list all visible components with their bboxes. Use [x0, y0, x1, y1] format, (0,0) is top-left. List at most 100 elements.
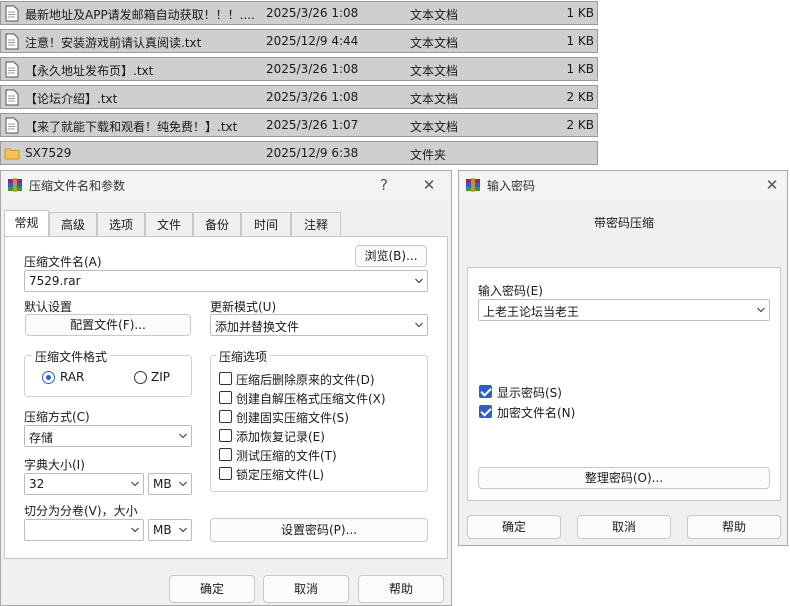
file-size: 1 KB — [566, 34, 594, 48]
split-unit-select[interactable]: MB — [148, 519, 192, 541]
file-name: SX7529 — [25, 146, 72, 160]
update-mode-label: 更新模式(U) — [210, 300, 277, 314]
lock-checkbox[interactable] — [219, 467, 232, 480]
set-password-button[interactable]: 设置密码(P)... — [210, 518, 428, 542]
password-dialog: 输入密码 ✕ 带密码压缩 输入密码(E) 上老王论坛当老王 显示密码(S) 加密… — [458, 170, 788, 546]
file-row[interactable]: 注意！安装游戏前请认真阅读.txt 2025/12/9 4:44 文本文档 1 … — [0, 29, 598, 53]
file-row[interactable]: 【永久地址发布页】.txt 2025/3/26 1:08 文本文档 1 KB — [0, 57, 598, 81]
folder-icon — [4, 148, 20, 160]
file-type: 文件夹 — [410, 148, 447, 162]
method-value: 存储 — [29, 431, 54, 445]
tab-general[interactable]: 常规 — [4, 210, 49, 236]
solid-checkbox[interactable] — [219, 410, 232, 423]
cancel-button[interactable]: 取消 — [577, 515, 671, 539]
file-date: 2025/3/26 1:08 — [266, 6, 359, 20]
split-unit-value: MB — [153, 523, 172, 537]
file-row[interactable]: 【来了就能下载和观看！纯免费！】.txt 2025/3/26 1:07 文本文档… — [0, 113, 598, 137]
split-select[interactable] — [24, 519, 144, 541]
file-date: 2025/3/26 1:08 — [266, 90, 359, 104]
password-value: 上老王论坛当老王 — [483, 305, 580, 319]
tab-options[interactable]: 选项 — [97, 212, 145, 236]
ok-button[interactable]: 确定 — [169, 575, 255, 603]
archive-dialog-titlebar: 压缩文件名和参数 ? ✕ — [1, 171, 451, 199]
archive-name-label: 压缩文件名(A) — [24, 255, 102, 269]
rar-radio[interactable] — [42, 371, 55, 384]
text-file-icon — [5, 61, 19, 78]
password-heading: 带密码压缩 — [593, 216, 654, 230]
tab-time[interactable]: 时间 — [241, 212, 291, 236]
dict-unit-value: MB — [153, 477, 172, 491]
close-icon[interactable]: ✕ — [418, 174, 440, 196]
chevron-down-icon — [415, 322, 423, 328]
close-icon[interactable]: ✕ — [761, 174, 783, 196]
update-mode-select[interactable]: 添加并替换文件 — [210, 314, 428, 336]
winrar-icon — [466, 178, 480, 192]
method-select[interactable]: 存储 — [24, 425, 192, 447]
help-icon[interactable]: ? — [373, 174, 395, 196]
show-password-label: 显示密码(S) — [497, 386, 562, 400]
sfx-checkbox[interactable] — [219, 391, 232, 404]
help-button[interactable]: 帮助 — [687, 515, 781, 539]
dict-label: 字典大小(I) — [24, 458, 85, 472]
default-settings-label: 默认设置 — [24, 300, 73, 314]
dict-select[interactable]: 32 — [24, 473, 144, 495]
file-date: 2025/12/9 6:38 — [266, 146, 359, 160]
update-mode-value: 添加并替换文件 — [215, 320, 300, 334]
archive-dialog: 压缩文件名和参数 ? ✕ 常规 高级 选项 文件 备份 时间 注释 压缩文件名(… — [0, 170, 452, 606]
test-checkbox[interactable] — [219, 448, 232, 461]
file-name: 【永久地址发布页】.txt — [25, 64, 154, 78]
file-size: 1 KB — [566, 6, 594, 20]
file-name: 【论坛介绍】.txt — [25, 92, 118, 106]
profiles-button[interactable]: 配置文件(F)... — [25, 314, 191, 336]
chevron-down-icon — [179, 527, 187, 533]
lock-label: 锁定压缩文件(L) — [236, 468, 325, 482]
file-row[interactable]: 【论坛介绍】.txt 2025/3/26 1:08 文本文档 2 KB — [0, 85, 598, 109]
file-type: 文本文档 — [410, 8, 459, 22]
help-button[interactable]: 帮助 — [358, 575, 444, 603]
ok-button[interactable]: 确定 — [467, 515, 561, 539]
file-name: 【来了就能下载和观看！纯免费！】.txt — [25, 120, 238, 134]
password-dialog-titlebar: 输入密码 ✕ — [459, 171, 787, 199]
file-type: 文本文档 — [410, 36, 459, 50]
delete-after-label: 压缩后删除原来的文件(D) — [236, 373, 375, 387]
tab-comment[interactable]: 注释 — [291, 212, 341, 236]
zip-label: ZIP — [151, 370, 170, 384]
options-group-title: 压缩选项 — [216, 348, 271, 365]
rar-label: RAR — [60, 370, 85, 384]
recovery-label: 添加恢复记录(E) — [236, 430, 325, 444]
tab-advanced[interactable]: 高级 — [49, 212, 97, 236]
show-password-checkbox[interactable] — [479, 385, 492, 398]
chevron-down-icon — [131, 481, 139, 487]
password-input[interactable]: 上老王论坛当老王 — [478, 299, 770, 321]
delete-after-checkbox[interactable] — [219, 372, 232, 385]
chevron-down-icon — [757, 307, 765, 313]
chevron-down-icon — [131, 527, 139, 533]
file-type: 文本文档 — [410, 92, 459, 106]
tab-files[interactable]: 文件 — [145, 212, 193, 236]
organize-passwords-button[interactable]: 整理密码(O)... — [478, 467, 770, 489]
text-file-icon — [5, 89, 19, 106]
cancel-button[interactable]: 取消 — [263, 575, 349, 603]
file-size: 2 KB — [566, 90, 594, 104]
file-row[interactable]: 最新地址及APP请发邮箱自动获取！！！.... 2025/3/26 1:08 文… — [0, 1, 598, 25]
encrypt-names-checkbox[interactable] — [479, 405, 492, 418]
text-file-icon — [5, 117, 19, 134]
text-file-icon — [5, 33, 19, 50]
text-file-icon — [5, 5, 19, 22]
file-date: 2025/12/9 4:44 — [266, 34, 359, 48]
file-row[interactable]: SX7529 2025/12/9 6:38 文件夹 — [0, 141, 598, 165]
chevron-down-icon — [179, 481, 187, 487]
file-size: 2 KB — [566, 118, 594, 132]
browse-button[interactable]: 浏览(B)... — [355, 245, 427, 267]
recovery-checkbox[interactable] — [219, 429, 232, 442]
dict-unit-select[interactable]: MB — [148, 473, 192, 495]
archive-name-combo[interactable]: 7529.rar — [24, 270, 428, 292]
tab-backup[interactable]: 备份 — [193, 212, 241, 236]
file-type: 文本文档 — [410, 64, 459, 78]
method-label: 压缩方式(C) — [24, 410, 90, 424]
zip-radio[interactable] — [134, 371, 147, 384]
format-group-title: 压缩文件格式 — [32, 348, 111, 365]
general-panel: 压缩文件名(A) 浏览(B)... 7529.rar 默认设置 配置文件(F).… — [4, 236, 448, 559]
file-name: 注意！安装游戏前请认真阅读.txt — [25, 36, 202, 50]
password-panel: 输入密码(E) 上老王论坛当老王 显示密码(S) 加密文件名(N) 整理密码(O… — [467, 267, 781, 501]
